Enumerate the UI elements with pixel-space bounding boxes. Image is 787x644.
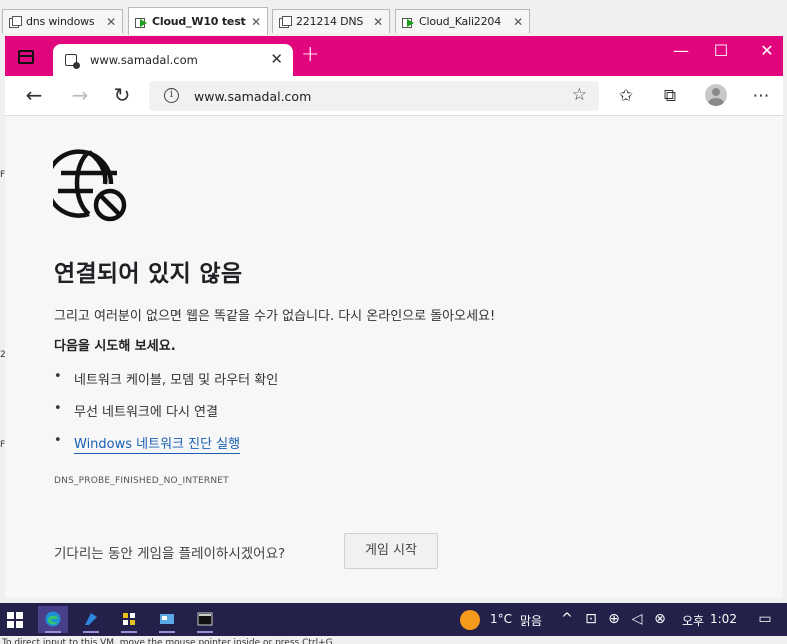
bullet: • — [54, 369, 62, 384]
close-window-button[interactable]: ✕ — [747, 40, 787, 62]
try-heading: 다음을 시도해 보세요. — [54, 339, 176, 354]
back-button[interactable]: ← — [22, 83, 46, 107]
vm-running-icon — [135, 16, 147, 28]
page-favicon-icon — [65, 54, 80, 69]
edge-icon — [45, 611, 61, 627]
new-tab-button[interactable]: + — [301, 44, 319, 66]
maximize-button[interactable]: ☐ — [701, 40, 741, 62]
site-info-icon[interactable]: i — [164, 88, 179, 103]
vm-tab-cloud-kali2204[interactable]: Cloud_Kali2204 ✕ — [395, 9, 530, 33]
close-icon[interactable]: ✕ — [106, 15, 116, 29]
windows-start-icon[interactable] — [7, 612, 23, 628]
taskbar-app[interactable] — [152, 606, 182, 633]
minimize-button[interactable]: — — [661, 40, 701, 62]
browser-tab-title: www.samadal.com — [90, 53, 198, 67]
address-toolbar: ← → ↻ i www.samadal.com ☆ ✩ ⧉ ⋯ — [5, 76, 783, 116]
weather-temperature[interactable]: 1°C — [490, 612, 512, 626]
network-disconnected-icon[interactable]: ⊗ — [651, 611, 669, 627]
weather-condition[interactable]: 맑음 — [520, 612, 542, 629]
add-favorite-icon[interactable]: ☆ — [572, 85, 587, 105]
address-bar[interactable]: i www.samadal.com ☆ — [149, 81, 599, 111]
more-menu-icon[interactable]: ⋯ — [750, 85, 772, 107]
close-icon[interactable]: ✕ — [251, 15, 261, 29]
favorites-icon[interactable]: ✩ — [615, 85, 637, 107]
meet-now-icon[interactable]: ⊡ — [582, 611, 600, 627]
vm-tab-label: 221214 DNS — [296, 15, 364, 28]
browser-titlebar: www.samadal.com ✕ + — ☐ ✕ — [5, 36, 783, 76]
clock-time[interactable]: 1:02 — [710, 612, 737, 626]
browser-window: www.samadal.com ✕ + — ☐ ✕ ← → ↻ i www.sa… — [5, 36, 783, 598]
profile-avatar[interactable] — [705, 84, 727, 106]
network-diagnostics-link[interactable]: Windows 네트워크 진단 실행 — [74, 433, 241, 454]
vm-icon — [9, 15, 22, 28]
suggestion-text: 네트워크 케이블, 모뎀 및 라우터 확인 — [74, 373, 279, 388]
speaker-muted-icon[interactable]: ◁ — [628, 611, 646, 627]
bullet: • — [54, 401, 62, 416]
offline-globe-icon — [53, 149, 127, 222]
suggestion-text: 무선 네트워크에 다시 연결 — [74, 405, 218, 420]
command-prompt-icon — [197, 612, 213, 626]
refresh-button[interactable]: ↻ — [110, 83, 134, 107]
error-description: 그리고 여러분이 없으면 웹은 똑같을 수가 없습니다. 다시 온라인으로 돌아… — [54, 309, 496, 324]
collections-icon[interactable]: ⧉ — [659, 85, 681, 107]
address-url[interactable]: www.samadal.com — [194, 89, 311, 104]
network-tool-icon — [123, 613, 135, 625]
vm-icon — [279, 15, 292, 28]
taskbar-edge-app[interactable] — [38, 606, 68, 633]
error-code: DNS_PROBE_FINISHED_NO_INTERNET — [54, 476, 229, 486]
app-icon — [85, 613, 97, 625]
error-page: 연결되어 있지 않음 그리고 여러분이 없으면 웹은 똑같을 수가 없습니다. … — [5, 116, 783, 598]
vm-tab-strip: dns windows ✕ Cloud_W10 test ✕ 221214 DN… — [0, 0, 787, 36]
error-title: 연결되어 있지 않음 — [54, 261, 243, 287]
vm-running-icon — [402, 16, 414, 28]
clock-ampm[interactable]: 오후 — [682, 612, 704, 629]
browser-tab[interactable]: www.samadal.com ✕ — [53, 44, 293, 76]
vm-tab-dns-windows[interactable]: dns windows ✕ — [2, 9, 123, 33]
vm-tab-label: Cloud_Kali2204 — [419, 15, 501, 28]
tab-close-icon[interactable]: ✕ — [270, 50, 283, 68]
taskbar-app[interactable] — [114, 606, 144, 633]
vm-status-strip: To direct input to this VM, move the mou… — [0, 636, 787, 644]
taskbar-app[interactable] — [76, 606, 106, 633]
vm-tab-221214-dns[interactable]: 221214 DNS ✕ — [272, 9, 390, 33]
game-prompt: 기다리는 동안 게임을 플레이하시겠어요? — [54, 546, 286, 562]
taskbar-app[interactable] — [190, 606, 220, 633]
close-icon[interactable]: ✕ — [513, 15, 523, 29]
start-game-button[interactable]: 게임 시작 — [344, 533, 438, 569]
vm-tab-label: dns windows — [26, 15, 95, 28]
vm-status-text: To direct input to this VM, move the mou… — [2, 638, 336, 644]
forward-button[interactable]: → — [68, 83, 92, 107]
close-icon[interactable]: ✕ — [373, 15, 383, 29]
bullet: • — [54, 433, 62, 448]
chevron-up-icon[interactable]: ^ — [558, 611, 576, 627]
control-panel-icon — [160, 614, 174, 624]
weather-sun-icon[interactable] — [460, 610, 480, 630]
notification-icon[interactable]: ▭ — [756, 611, 774, 627]
vm-tab-cloud-w10-test[interactable]: Cloud_W10 test ✕ — [128, 7, 268, 35]
vm-tab-label: Cloud_W10 test — [152, 15, 246, 28]
language-globe-icon[interactable]: ⊕ — [605, 611, 623, 627]
tab-actions-icon[interactable] — [18, 50, 34, 64]
taskbar: 1°C 맑음 ^ ⊡ ⊕ ◁ ⊗ 오후 1:02 ▭ — [0, 603, 787, 636]
